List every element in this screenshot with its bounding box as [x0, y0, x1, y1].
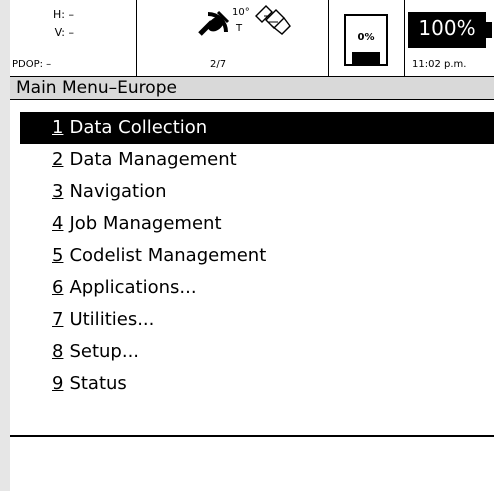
menu-item-number: 3: [52, 181, 64, 202]
page-title: Main Menu–Europe: [10, 76, 494, 100]
menu-item-label: Setup...: [69, 341, 140, 362]
memory-panel[interactable]: 0%: [344, 0, 392, 76]
tilt-sensor-icon: [254, 4, 294, 38]
menu-item-label: Codelist Management: [69, 245, 267, 266]
menu-item-label: Utilities...: [69, 309, 155, 330]
menu-item-number: 6: [52, 277, 64, 298]
v-precision: V: –: [54, 26, 74, 39]
menu-item-label: Navigation: [69, 181, 167, 202]
battery-percent: 100%: [418, 16, 476, 40]
menu-item-number: 1: [52, 117, 64, 138]
menu-item-label: Applications...: [69, 277, 197, 298]
battery-panel[interactable]: 100% 11:02 p.m.: [408, 0, 494, 76]
main-menu: 1 Data Collection 2 Data Management 3 Navig…: [10, 100, 494, 436]
menu-item-navigation[interactable]: 3 Navigation: [20, 176, 494, 208]
softkey-area: [10, 437, 494, 491]
menu-item-label: Job Management: [69, 213, 222, 234]
menu-item-number: 7: [52, 309, 64, 330]
menu-item-data-management[interactable]: 2 Data Management: [20, 144, 494, 176]
menu-item-number: 4: [52, 213, 64, 234]
status-bar: H: – V: – PDOP: – 10° T 2/7 0% 100% 11:0…: [10, 0, 494, 76]
menu-item-label: Data Management: [69, 149, 237, 170]
pdop-value: PDOP: –: [12, 59, 52, 70]
menu-item-number: 5: [52, 245, 64, 266]
satellite-tracked: T: [236, 23, 243, 34]
memory-percent: 0%: [357, 32, 375, 43]
menu-item-codelist-management[interactable]: 5 Codelist Management: [20, 240, 494, 272]
satellite-icon: [198, 10, 232, 40]
menu-item-setup[interactable]: 8 Setup...: [20, 336, 494, 368]
menu-item-label: Data Collection: [69, 117, 208, 138]
menu-item-utilities[interactable]: 7 Utilities...: [20, 304, 494, 336]
menu-item-number: 2: [52, 149, 64, 170]
menu-item-data-collection[interactable]: 1 Data Collection: [20, 112, 494, 144]
menu-item-number: 9: [52, 373, 64, 394]
tilt-panel[interactable]: [248, 0, 308, 76]
menu-item-number: 8: [52, 341, 64, 362]
clock-time: 11:02 p.m.: [412, 59, 467, 70]
menu-item-label: Status: [69, 373, 127, 394]
h-precision: H: –: [53, 8, 74, 21]
menu-item-job-management[interactable]: 4 Job Management: [20, 208, 494, 240]
menu-item-applications[interactable]: 6 Applications...: [20, 272, 494, 304]
satellite-count: 2/7: [210, 59, 227, 70]
menu-item-status[interactable]: 9 Status: [20, 368, 494, 400]
gps-precision-panel: H: – V: – PDOP: –: [10, 0, 136, 76]
